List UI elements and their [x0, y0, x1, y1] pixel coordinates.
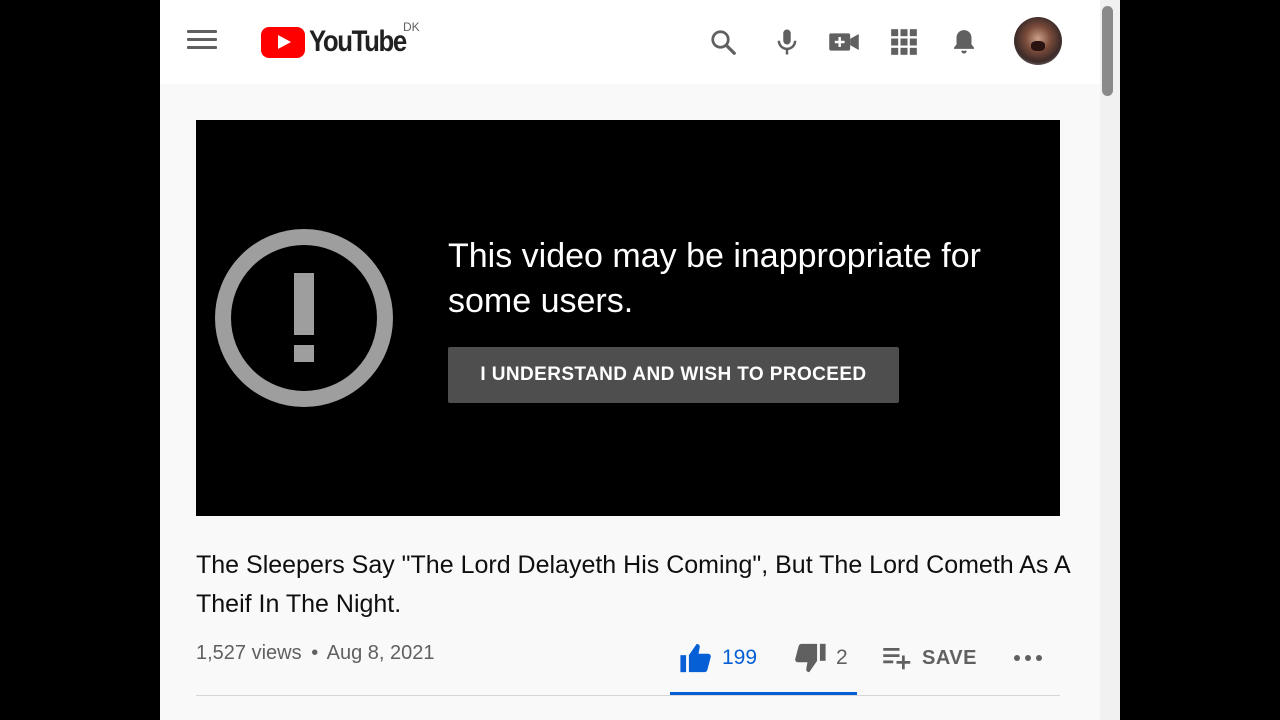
playlist-add-icon [883, 648, 911, 670]
youtube-play-icon [261, 26, 305, 58]
warning-icon [215, 229, 393, 407]
mic-icon[interactable] [767, 22, 807, 62]
save-label: SAVE [922, 646, 977, 669]
video-title: The Sleepers Say "The Lord Delayeth His … [196, 551, 1070, 618]
notifications-icon[interactable] [944, 22, 984, 62]
page: YouTube DK This video may be inappropria… [160, 0, 1120, 720]
dislike-count: 2 [836, 646, 848, 669]
menu-icon[interactable] [187, 30, 217, 54]
like-button[interactable]: 199 [678, 634, 757, 682]
thumbs-down-icon [795, 643, 826, 673]
proceed-button[interactable]: I UNDERSTAND AND WISH TO PROCEED [448, 347, 899, 403]
meta-separator: • [311, 642, 319, 664]
content-warning-message: This video may be inappropriate for some… [448, 237, 981, 320]
divider [196, 695, 1060, 696]
scrollbar-track [1100, 0, 1120, 720]
search-icon[interactable] [703, 22, 743, 62]
video-player: This video may be inappropriate for some… [196, 120, 1060, 516]
dislike-button[interactable]: 2 [792, 634, 848, 682]
more-actions-icon[interactable] [1012, 634, 1044, 682]
youtube-logo[interactable]: YouTube [261, 24, 422, 60]
create-video-icon[interactable] [824, 22, 864, 62]
view-count: 1,527 views [196, 642, 302, 664]
video-metadata: 1,527 views • Aug 8, 2021 [196, 642, 435, 665]
upload-date: Aug 8, 2021 [326, 642, 435, 664]
scrollbar-thumb[interactable] [1102, 6, 1113, 96]
logo-text: YouTube [309, 25, 407, 58]
apps-icon[interactable] [884, 22, 924, 62]
country-code: DK [403, 20, 420, 34]
thumbs-up-icon [680, 643, 711, 673]
masthead: YouTube DK [160, 0, 1100, 84]
avatar[interactable] [1014, 17, 1062, 65]
like-count: 199 [722, 646, 758, 669]
save-button[interactable]: SAVE [880, 634, 977, 682]
